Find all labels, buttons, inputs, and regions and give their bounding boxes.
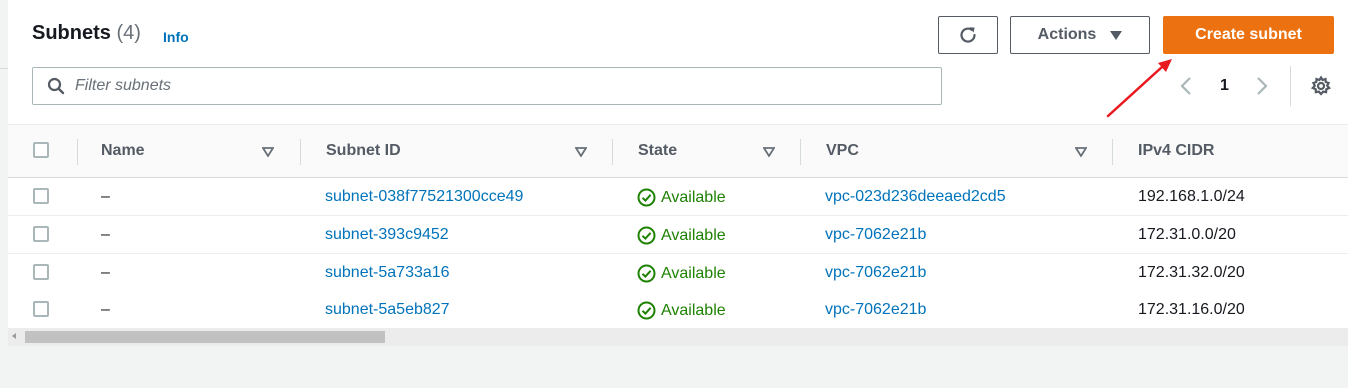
pager-divider [1290, 66, 1291, 106]
row-checkbox[interactable] [33, 264, 49, 280]
search-input[interactable] [75, 68, 925, 104]
page-number-button[interactable]: 1 [1220, 77, 1229, 95]
check-circle-icon [637, 264, 656, 283]
table-row[interactable]: – subnet-5a733a16 Available vpc-7062e21b… [8, 254, 1348, 292]
row-checkbox[interactable] [33, 301, 49, 317]
create-subnet-button[interactable]: Create subnet [1163, 16, 1334, 54]
column-divider [77, 139, 78, 165]
chevron-left-icon[interactable] [1178, 74, 1194, 98]
subnet-id-link[interactable]: subnet-038f77521300cce49 [325, 188, 523, 206]
annotation-arrow-icon [1106, 59, 1172, 118]
row-name: – [101, 301, 110, 318]
subnet-id-link[interactable]: subnet-5a5eb827 [325, 301, 450, 319]
vpc-link[interactable]: vpc-023d236deeaed2cd5 [825, 188, 1006, 206]
ipv4-cidr: 172.31.16.0/20 [1138, 301, 1245, 318]
refresh-button[interactable] [938, 16, 998, 54]
search-icon [47, 77, 65, 95]
check-circle-icon [637, 301, 656, 320]
state-text: Available [661, 226, 726, 244]
column-header-ipv4-cidr[interactable]: IPv4 CIDR [1138, 142, 1214, 160]
sort-icon[interactable] [262, 147, 274, 157]
state-text: Available [661, 188, 726, 206]
row-checkbox[interactable] [33, 226, 49, 242]
column-header-vpc[interactable]: VPC [826, 142, 859, 160]
state-cell: Available [637, 226, 726, 245]
title-text: Subnets [32, 22, 111, 44]
table-row[interactable]: – subnet-038f77521300cce49 Available vpc… [8, 178, 1348, 216]
filter-box [32, 67, 942, 105]
state-text: Available [661, 301, 726, 319]
column-header-name[interactable]: Name [101, 142, 145, 160]
state-text: Available [661, 264, 726, 282]
sort-icon[interactable] [1075, 147, 1087, 157]
scrollbar-thumb[interactable] [25, 331, 385, 343]
sort-icon[interactable] [763, 147, 775, 157]
sort-icon[interactable] [575, 147, 587, 157]
subnet-id-link[interactable]: subnet-5a733a16 [325, 264, 450, 282]
table-row[interactable]: – subnet-393c9452 Available vpc-7062e21b… [8, 216, 1348, 254]
row-name: – [101, 188, 110, 205]
ipv4-cidr: 172.31.32.0/20 [1138, 264, 1245, 281]
actions-button[interactable]: Actions [1010, 16, 1150, 54]
info-link[interactable]: Info [163, 29, 189, 45]
subnets-panel: Subnets (4) Info Actions Create subnet 1 [8, 0, 1348, 330]
scroll-left-arrow-icon[interactable] [12, 333, 16, 339]
chevron-right-icon[interactable] [1254, 74, 1270, 98]
table-header: Name Subnet ID State VPC IPv4 CIDR [8, 125, 1348, 178]
vpc-link[interactable]: vpc-7062e21b [825, 301, 926, 319]
column-divider [800, 139, 801, 165]
row-name: – [101, 226, 110, 243]
select-all-checkbox[interactable] [33, 142, 49, 158]
state-cell: Available [637, 301, 726, 320]
table-row[interactable]: – subnet-5a5eb827 Available vpc-7062e21b… [8, 291, 1348, 329]
check-circle-icon [637, 188, 656, 207]
column-header-subnet-id[interactable]: Subnet ID [326, 142, 401, 160]
vpc-link[interactable]: vpc-7062e21b [825, 264, 926, 282]
left-divider [0, 68, 8, 69]
column-divider [300, 139, 301, 165]
gear-icon[interactable] [1310, 75, 1332, 97]
row-checkbox[interactable] [33, 188, 49, 204]
caret-down-icon [1110, 30, 1123, 40]
subnet-id-link[interactable]: subnet-393c9452 [325, 226, 449, 244]
horizontal-scrollbar[interactable] [8, 328, 1348, 346]
subnet-count: (4) [116, 22, 141, 44]
actions-label: Actions [1037, 26, 1097, 43]
vpc-link[interactable]: vpc-7062e21b [825, 226, 926, 244]
state-cell: Available [637, 188, 726, 207]
state-cell: Available [637, 264, 726, 283]
page-title: Subnets (4) [32, 22, 141, 45]
ipv4-cidr: 172.31.0.0/20 [1138, 226, 1236, 243]
column-header-state[interactable]: State [638, 142, 677, 160]
row-name: – [101, 264, 110, 281]
check-circle-icon [637, 226, 656, 245]
refresh-icon [960, 27, 976, 43]
column-divider [612, 139, 613, 165]
ipv4-cidr: 192.168.1.0/24 [1138, 188, 1245, 205]
column-divider [1112, 139, 1113, 165]
